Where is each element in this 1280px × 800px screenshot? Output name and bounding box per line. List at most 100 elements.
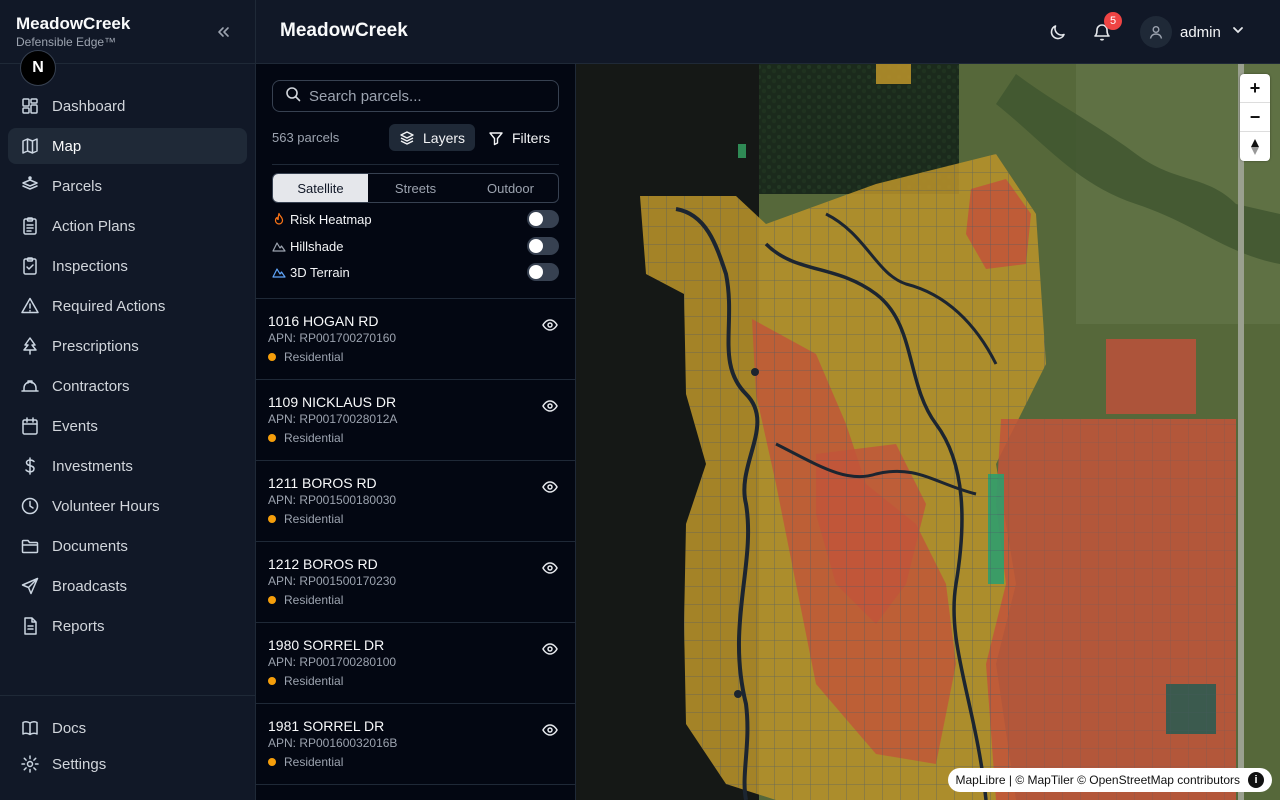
parcel-type: Residential <box>268 590 564 610</box>
sidebar-item-label: Inspections <box>52 257 128 275</box>
sidebar-item-label: Volunteer Hours <box>52 497 160 515</box>
sidebar-item-events[interactable]: Events <box>8 408 247 444</box>
sidebar-item-prescriptions[interactable]: Prescriptions <box>8 328 247 364</box>
send-icon <box>20 576 40 596</box>
tree-icon <box>20 336 40 356</box>
search-icon <box>285 86 301 107</box>
satellite-map[interactable] <box>576 64 1280 800</box>
basemap-switcher: Satellite Streets Outdoor <box>272 173 559 203</box>
collapse-sidebar-icon[interactable] <box>213 22 233 42</box>
basemap-satellite[interactable]: Satellite <box>273 174 368 202</box>
sidebar-item-contractors[interactable]: Contractors <box>8 368 247 404</box>
sidebar-item-investments[interactable]: Investments <box>8 448 247 484</box>
sidebar-item-docs[interactable]: Docs <box>8 710 247 746</box>
search-input[interactable] <box>309 87 549 105</box>
sidebar-item-settings[interactable]: Settings <box>8 746 247 782</box>
sidebar-item-dashboard[interactable]: Dashboard <box>8 88 247 124</box>
list-item[interactable]: 1980 SORREL DR APN: RP001700280100 Residen… <box>256 623 575 704</box>
eye-icon[interactable] <box>542 641 558 662</box>
risk-dot <box>268 515 276 523</box>
sidebar: MeadowCreek Defensible Edge™ Dashboard Ma… <box>0 0 256 800</box>
moon-icon[interactable] <box>1048 22 1068 42</box>
zoom-out-button[interactable]: − <box>1240 103 1270 132</box>
toggle-switch[interactable] <box>527 210 559 228</box>
gear-icon <box>20 754 40 774</box>
user-menu[interactable]: admin <box>1140 16 1245 48</box>
map-view[interactable]: + − MapLibre | © MapTiler © OpenStreetMa… <box>576 64 1280 800</box>
parcel-apn: APN: RP00160032016B <box>268 736 398 750</box>
zoom-controls: + − <box>1240 74 1270 161</box>
parcel-address: 1980 SORREL DR <box>268 637 385 653</box>
compass-icon[interactable] <box>1240 132 1270 161</box>
parcel-count: 563 parcels <box>272 130 340 145</box>
attribution-text[interactable]: MapLibre | © MapTiler © OpenStreetMap co… <box>956 773 1240 787</box>
sidebar-item-label: Contractors <box>52 377 130 395</box>
list-item[interactable]: 1109 NICKLAUS DR APN: RP00170028012A Resid… <box>256 380 575 461</box>
filters-button[interactable]: Filters <box>478 124 560 151</box>
sidebar-item-label: Reports <box>52 617 105 635</box>
mountain-icon <box>272 239 286 253</box>
eye-icon[interactable] <box>542 317 558 338</box>
clock-icon <box>20 496 40 516</box>
layers-button[interactable]: Layers <box>389 124 476 151</box>
chevron-down-icon <box>1231 23 1245 42</box>
folder-icon <box>20 536 40 556</box>
sidebar-item-documents[interactable]: Documents <box>8 528 247 564</box>
sidebar-item-label: Parcels <box>52 177 103 195</box>
notification-count-badge: 5 <box>1104 12 1122 30</box>
mountain-icon <box>272 265 286 279</box>
sidebar-item-inspections[interactable]: Inspections <box>8 248 247 284</box>
basemap-streets[interactable]: Streets <box>368 174 463 202</box>
eye-icon[interactable] <box>542 479 558 500</box>
info-icon[interactable]: i <box>1248 772 1264 788</box>
sidebar-item-action-plans[interactable]: Action Plans <box>8 208 247 244</box>
layers-icon <box>399 130 415 146</box>
risk-dot <box>268 596 276 604</box>
list-item[interactable]: 1212 BOROS RD APN: RP001500170230 Resident… <box>256 542 575 623</box>
sidebar-item-label: Dashboard <box>52 97 126 115</box>
list-item[interactable]: 1016 HOGAN RD APN: RP001700270160 Resident… <box>256 299 575 380</box>
bottom-nav: Docs Settings <box>0 695 255 800</box>
basemap-outdoor[interactable]: Outdoor <box>463 174 558 202</box>
sidebar-item-required-actions[interactable]: Required Actions <box>8 288 247 324</box>
parcel-type-label: Residential <box>284 431 344 445</box>
sidebar-item-map[interactable]: Map <box>8 128 247 164</box>
dollar-icon <box>20 456 40 476</box>
eye-icon[interactable] <box>542 722 558 743</box>
toggle-switch[interactable] <box>527 263 559 281</box>
layer-label: Risk Heatmap <box>290 211 372 227</box>
parcel-apn: APN: RP001500170230 <box>268 574 397 588</box>
risk-dot <box>268 434 276 442</box>
page-title: MeadowCreek <box>280 20 408 41</box>
toggle-switch[interactable] <box>527 237 559 255</box>
sidebar-item-label: Map <box>52 137 82 155</box>
warning-icon <box>20 296 40 316</box>
main-nav: Dashboard Map Parcels Action Plans Inspectio… <box>0 64 255 644</box>
sidebar-item-label: Investments <box>52 457 133 475</box>
eye-icon[interactable] <box>542 398 558 419</box>
layer-toggle-3d-terrain: 3D Terrain <box>272 262 559 282</box>
parcel-type: Residential <box>268 671 564 691</box>
sidebar-item-broadcasts[interactable]: Broadcasts <box>8 568 247 604</box>
parcel-address: 1211 BOROS RD <box>268 475 377 491</box>
sidebar-item-label: Settings <box>52 755 107 773</box>
list-item[interactable]: 1211 BOROS RD APN: RP001500180030 Resident… <box>256 461 575 542</box>
list-item[interactable]: 1981 SORREL DR APN: RP00160032016B Residen… <box>256 704 575 785</box>
parcel-type: Residential <box>268 509 564 529</box>
sidebar-item-parcels[interactable]: Parcels <box>8 168 247 204</box>
user-avatar-icon <box>1140 16 1172 48</box>
sidebar-item-label: Prescriptions <box>52 337 139 355</box>
parcel-address: 1016 HOGAN RD <box>268 313 379 329</box>
hard-hat-icon <box>20 376 40 396</box>
sidebar-item-reports[interactable]: Reports <box>8 608 247 644</box>
eye-icon[interactable] <box>542 560 558 581</box>
n-logo-icon[interactable]: N <box>20 50 56 86</box>
layers-label: Layers <box>423 129 466 146</box>
sidebar-item-volunteer-hours[interactable]: Volunteer Hours <box>8 488 247 524</box>
sidebar-item-label: Documents <box>52 537 128 555</box>
map-attribution: MapLibre | © MapTiler © OpenStreetMap co… <box>947 768 1272 792</box>
parcel-type-label: Residential <box>284 755 344 769</box>
sidebar-item-label: Docs <box>52 719 87 737</box>
file-icon <box>20 616 40 636</box>
zoom-in-button[interactable]: + <box>1240 74 1270 103</box>
